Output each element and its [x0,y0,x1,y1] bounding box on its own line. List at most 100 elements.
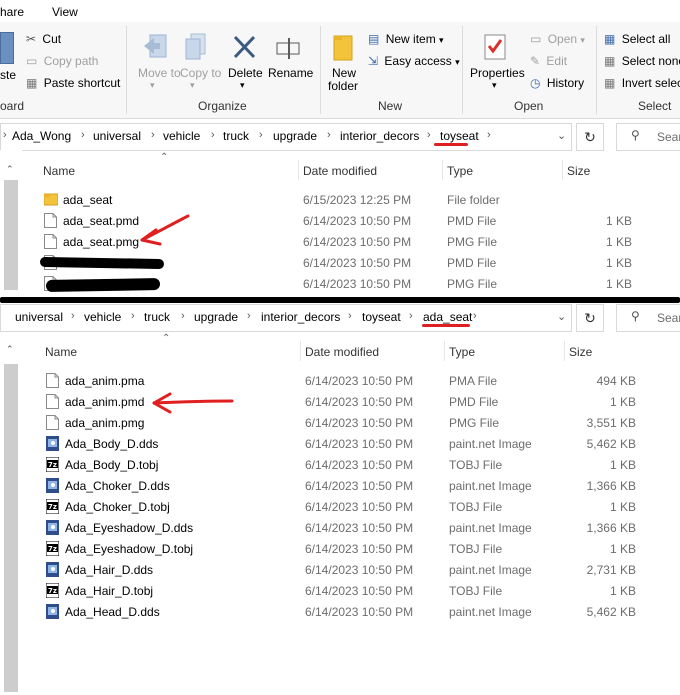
file-date: 6/14/2023 10:50 PM [303,256,412,270]
chevron-down-icon[interactable]: ⌄ [557,129,566,142]
new-item-button[interactable]: ▤ New item ▾ [368,32,444,46]
easy-access-button[interactable]: ⇲ Easy access ▾ [368,54,460,68]
file-row[interactable]: ada_anim.pma 6/14/2023 10:50 PM PMA File 49… [40,370,640,391]
file-size: 5,462 KB [586,605,636,619]
refresh-button[interactable]: ↻ [576,123,604,151]
open-icon: ▭ [530,32,542,46]
invert-selection-button[interactable]: ▦ Invert selec [604,76,680,90]
file-row[interactable]: Ada_Body_D.dds 6/14/2023 10:50 PM paint.ne… [40,433,640,454]
file-size: 1 KB [605,256,632,270]
breadcrumb-item[interactable]: upgrade [273,129,317,143]
nav-scrollbar[interactable] [4,364,18,692]
delete-button[interactable]: Delete [228,66,263,80]
ribbon-separator [320,26,321,114]
address-bar[interactable]: › Ada_Wong › universal › vehicle › truck… [0,123,572,151]
breadcrumb-item[interactable]: vehicle [84,310,121,324]
properties-icon [482,32,508,62]
navigation-pane[interactable]: ⌃ [0,332,22,695]
open-button[interactable]: ▭ Open ▾ [530,32,585,46]
file-row[interactable]: 7z Ada_Eyeshadow_D.tobj 6/14/2023 10:50 PM… [40,538,640,559]
column-header-date[interactable]: Date modified [303,164,377,178]
file-row[interactable]: 7z Ada_Hair_D.tobj 6/14/2023 10:50 PM TOBJ … [40,580,640,601]
invert-selection-icon: ▦ [604,76,616,90]
image-icon [46,478,59,493]
file-name: ada_seat [63,193,113,207]
breadcrumb-item[interactable]: universal [93,129,141,143]
column-divider[interactable] [564,341,565,361]
file-name: Ada_Body_D.tobj [65,458,159,472]
cut-button[interactable]: ✂ Cut [26,32,61,46]
breadcrumb-item[interactable]: Ada_Wong [12,129,71,143]
file-type: paint.net Image [449,521,532,535]
column-divider[interactable] [562,160,563,180]
file-date: 6/14/2023 10:50 PM [305,521,414,535]
history-button[interactable]: ◷ History [530,76,584,90]
column-header-type[interactable]: Type [449,345,475,359]
file-row[interactable]: ada_seat 6/15/2023 12:25 PM File folder [38,189,638,210]
move-to-button[interactable]: Move to [138,66,181,80]
address-bar[interactable]: universal › vehicle › truck › upgrade › … [0,304,572,332]
paste-button[interactable]: ste [0,68,16,82]
search-box[interactable]: ⚲ Sear [616,304,680,332]
file-row[interactable]: Ada_Hair_D.dds 6/14/2023 10:50 PM paint.ne… [40,559,640,580]
file-name: Ada_Eyeshadow_D.dds [65,521,194,535]
column-header-size[interactable]: Size [569,345,592,359]
file-row[interactable]: ada_seat.pmg 6/14/2023 10:50 PM PMG File 1 … [38,231,638,252]
column-divider[interactable] [444,341,445,361]
column-header-size[interactable]: Size [567,164,590,178]
search-box[interactable]: ⚲ Sear [616,123,680,151]
breadcrumb-item[interactable]: truck [144,310,170,324]
file-type: paint.net Image [449,605,532,619]
new-folder-button[interactable]: New [332,66,356,80]
breadcrumb-item-current[interactable]: ada_seat [423,310,472,324]
copy-to-button[interactable]: Copy to [180,66,221,80]
breadcrumb-item-current[interactable]: toyseat [440,129,479,143]
search-icon: ⚲ [631,309,640,323]
column-header-name[interactable]: Name [43,164,75,178]
chevron-up-icon[interactable]: ⌃ [6,344,14,355]
column-header-type[interactable]: Type [447,164,473,178]
breadcrumb-item[interactable]: vehicle [163,129,200,143]
paste-shortcut-button[interactable]: ▦ Paste shortcut [26,76,120,90]
breadcrumb-item[interactable]: interior_decors [340,129,419,143]
properties-button[interactable]: Properties [470,66,525,80]
navigation-pane[interactable]: ⌃ [0,150,22,298]
column-divider[interactable] [298,160,299,180]
column-divider[interactable] [442,160,443,180]
file-size: 1 KB [609,542,636,556]
chevron-right-icon: › [211,129,215,141]
refresh-button[interactable]: ↻ [576,304,604,332]
copy-path-button[interactable]: ▭ Copy path [26,54,98,68]
breadcrumb-item[interactable]: toyseat [362,310,401,324]
breadcrumb-item[interactable]: universal [15,310,63,324]
sort-indicator-icon: ⌃ [162,333,171,344]
file-name: ada_anim.pmg [65,416,145,430]
move-to-dropdown-icon: ▾ [150,80,155,90]
file-row[interactable]: Ada_Choker_D.dds 6/14/2023 10:50 PM paint.… [40,475,640,496]
column-header-name[interactable]: Name [45,345,77,359]
breadcrumb-item[interactable]: upgrade [194,310,238,324]
file-row[interactable]: 7z Ada_Body_D.tobj 6/14/2023 10:50 PM TOBJ … [40,454,640,475]
tab-share[interactable]: hare [0,5,24,19]
column-divider[interactable] [300,341,301,361]
breadcrumb-item[interactable]: interior_decors [261,310,340,324]
chevron-up-icon[interactable]: ⌃ [6,164,14,175]
breadcrumb-item[interactable]: truck [223,129,249,143]
copy-to-dropdown-icon: ▾ [190,80,195,90]
rename-button[interactable]: Rename [268,66,313,80]
file-row[interactable]: ada_anim.pmd 6/14/2023 10:50 PM PMD File 1 … [40,391,640,412]
tab-view[interactable]: View [52,5,78,19]
chevron-down-icon[interactable]: ⌄ [557,310,566,323]
file-row[interactable]: ada_anim.pmg 6/14/2023 10:50 PM PMG File 3,… [40,412,640,433]
file-row[interactable]: Ada_Eyeshadow_D.dds 6/14/2023 10:50 PM pai… [40,517,640,538]
nav-scrollbar[interactable] [4,180,18,290]
file-row[interactable]: Ada_Head_D.dds 6/14/2023 10:50 PM paint.ne… [40,601,640,622]
file-row[interactable]: 7z Ada_Choker_D.tobj 6/14/2023 10:50 PM TOB… [40,496,640,517]
select-all-button[interactable]: ▦ Select all [604,32,670,46]
column-header-date[interactable]: Date modified [305,345,379,359]
annotation-arrow [140,214,190,246]
select-none-button[interactable]: ▦ Select none [604,54,680,68]
edit-button[interactable]: ✎ Edit [530,54,567,68]
copy-path-icon: ▭ [26,54,38,68]
file-row[interactable]: ada_seat.pmd 6/14/2023 10:50 PM PMD File 1 … [38,210,638,231]
